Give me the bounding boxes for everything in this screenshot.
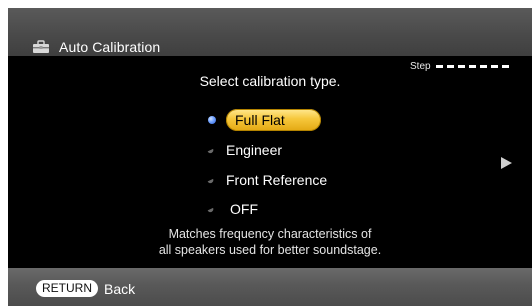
step-dash xyxy=(446,64,454,68)
option-engineer[interactable]: Engineer xyxy=(208,139,282,161)
description-line-2: all speakers used for better soundstage. xyxy=(158,243,382,257)
return-back-hint[interactable]: RETURN Back xyxy=(36,280,135,297)
step-dash xyxy=(490,64,498,68)
step-dash xyxy=(435,64,443,68)
radio-unselected-icon xyxy=(208,176,216,184)
back-label: Back xyxy=(104,280,136,297)
option-label: Front Reference xyxy=(226,172,328,188)
header-bar: Auto Calibration xyxy=(8,8,532,56)
calibration-screen: Auto Calibration Step Select calibration… xyxy=(8,8,532,306)
step-progress-dashes xyxy=(435,64,513,68)
option-front-reference[interactable]: Front Reference xyxy=(208,169,327,191)
description-line-1: Matches frequency characteristics of xyxy=(168,227,372,241)
step-dash xyxy=(457,64,465,68)
option-full-flat[interactable]: Full Flat xyxy=(208,109,321,131)
step-indicator: Step xyxy=(410,60,513,72)
radio-selected-icon xyxy=(208,116,216,124)
header-title-group: Auto Calibration xyxy=(32,38,160,56)
option-label: OFF xyxy=(230,201,258,217)
step-dash xyxy=(501,64,509,68)
option-off[interactable]: OFF xyxy=(208,198,258,220)
option-label: Full Flat xyxy=(226,109,321,131)
radio-unselected-icon xyxy=(208,205,216,213)
step-dash xyxy=(479,64,487,68)
option-label: Engineer xyxy=(226,142,283,158)
step-label: Step xyxy=(410,60,431,72)
step-dash xyxy=(468,64,476,68)
radio-unselected-icon xyxy=(208,146,216,154)
footer-bar: RETURN Back xyxy=(8,268,532,306)
right-arrow-icon[interactable] xyxy=(501,157,512,169)
prompt-text: Select calibration type. xyxy=(199,73,341,89)
page-title: Auto Calibration xyxy=(59,39,161,55)
toolbox-icon xyxy=(32,40,50,54)
return-key-badge[interactable]: RETURN xyxy=(36,280,98,297)
